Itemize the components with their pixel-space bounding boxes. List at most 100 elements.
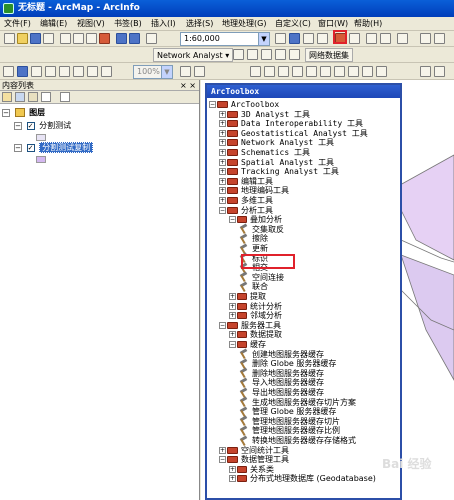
fixed-zoom-out-icon[interactable] [59,66,70,77]
cut-icon[interactable] [60,33,71,44]
arctoolbox-item[interactable]: +3D Analyst 工具 [219,110,310,119]
expand-icon[interactable]: + [219,446,226,454]
expand-icon[interactable]: + [219,120,226,128]
arctoolbox-item[interactable]: 更新 [239,244,268,253]
arctoolbox-item[interactable]: + Network Analyst 工具 [219,138,334,147]
zoom-in-icon[interactable] [420,33,431,44]
expand-icon[interactable]: + [219,139,226,147]
arctoolbox-item[interactable]: − 叠加分析 [229,215,282,224]
save-icon[interactable] [30,33,41,44]
zoom-combo[interactable]: 100% ▼ [133,65,173,79]
expand-icon[interactable]: + [219,149,226,156]
arctoolbox-item[interactable]: − 服务器工具 [219,321,281,330]
expand-icon[interactable]: + [229,331,236,339]
collapse-icon[interactable]: − [229,341,236,348]
toc-close-icon[interactable]: × × [180,80,196,91]
arctoolbox-item[interactable]: 导出地图服务器缓存 [239,388,324,397]
expand-icon[interactable]: + [229,475,236,483]
catalog-window-icon[interactable] [303,33,314,44]
full-extent-icon[interactable] [31,66,42,77]
collapse-icon[interactable]: − [209,101,216,108]
attributes-icon[interactable] [362,66,373,77]
arctoolbox-item[interactable]: − 分析工具 [219,206,273,215]
sketch-properties-icon[interactable] [376,66,387,77]
network-analyst-dropdown[interactable]: Network Analyst ▾ [153,48,234,62]
open-icon[interactable] [17,33,28,44]
expand-icon[interactable]: + [219,110,226,118]
expand-icon[interactable]: + [229,312,236,320]
arctoolbox-item[interactable]: + 关系类 [229,465,274,474]
arctoolbox-item[interactable]: + 编辑工具 [219,177,273,186]
arctoolbox-item[interactable]: 擦除 [239,234,268,243]
toc-window-icon[interactable] [289,33,300,44]
delete-icon[interactable] [99,33,110,44]
na-directions-icon[interactable] [275,49,286,60]
zoom-out-icon[interactable] [434,33,445,44]
expand-icon[interactable]: + [219,187,226,195]
sketch-icon[interactable] [292,66,303,77]
layers-group[interactable]: − 图层 [2,107,45,119]
layer-row[interactable]: − ✓ 分割测试 [14,120,71,132]
menu-help[interactable]: 帮助(H) [354,18,382,29]
arctoolbox-item[interactable]: 生成地图服务器缓存切片方案 [239,398,356,407]
arctoolbox-item[interactable]: 管理 Globe 服务器缓存 [239,407,336,416]
search-window-icon[interactable] [317,33,328,44]
chevron-down-icon[interactable]: ▼ [258,33,269,45]
expand-icon[interactable]: + [229,302,236,310]
print-icon[interactable] [43,33,54,44]
list-by-drawing-order-icon[interactable] [2,92,12,102]
expand-icon[interactable]: + [219,197,226,204]
snap-icon[interactable] [278,66,289,77]
na-solve-icon[interactable] [261,49,272,60]
help-icon[interactable] [397,33,408,44]
undo-icon[interactable] [116,33,127,44]
redo-icon[interactable] [129,33,140,44]
menu-windows[interactable]: 窗口(W) [318,18,348,29]
scale-combo[interactable]: 1:60,000 ▼ [180,32,270,46]
arctoolbox-item[interactable]: + Data Interoperability 工具 [219,119,363,128]
pan-icon[interactable] [17,66,28,77]
layer-visibility-checkbox[interactable]: ✓ [26,121,35,130]
arctoolbox-item[interactable]: + 统计分析 [229,302,282,311]
na-window-icon[interactable] [233,49,244,60]
collapse-icon[interactable]: − [219,456,226,464]
collapse-icon[interactable]: − [229,216,236,224]
arctoolbox-item[interactable]: 导入地图服务器缓存 [239,378,324,387]
menu-edit[interactable]: 编辑(E) [40,18,67,29]
model-builder-icon[interactable] [366,33,377,44]
na-build-icon[interactable] [289,49,300,60]
arctoolbox-item[interactable]: 转换地图服务器缓存存储格式 [239,436,356,445]
editor-toolbar-icon[interactable] [275,33,286,44]
arctoolbox-item[interactable]: + 多维工具 [219,196,273,205]
arctoolbox-item[interactable]: + 地理编码工具 [219,186,289,195]
rotate-icon[interactable] [348,66,359,77]
measure-icon[interactable] [420,66,431,77]
layout-zoom-icon[interactable] [194,66,205,77]
collapse-icon[interactable]: − [219,206,226,214]
arctoolbox-item[interactable]: + 空间统计工具 [219,446,289,455]
python-window-icon[interactable] [349,33,360,44]
arctoolbox-item[interactable]: 联合 [239,282,268,291]
arctoolbox-item[interactable]: + 邻域分析 [229,311,282,320]
arctoolbox-item[interactable]: + Geostatistical Analyst 工具 [219,129,368,138]
layer-visibility-checkbox[interactable]: ✓ [26,143,35,152]
collapse-icon[interactable]: − [14,121,22,130]
collapse-icon[interactable]: − [219,321,226,329]
menu-bookmarks[interactable]: 书签(B) [114,18,142,29]
arctoolbox-item[interactable]: − ArcToolbox [209,100,279,109]
menu-file[interactable]: 文件(F) [4,18,31,29]
collapse-icon[interactable]: − [14,143,22,152]
menu-view[interactable]: 视图(V) [77,18,105,29]
split-icon[interactable] [334,66,345,77]
list-by-selection-icon[interactable] [41,92,51,102]
arctoolbox-item[interactable]: − 缓存 [229,340,266,349]
expand-icon[interactable]: + [229,293,236,300]
list-by-visibility-icon[interactable] [28,92,38,102]
toc-options-icon[interactable] [60,92,70,102]
copy-icon[interactable] [73,33,84,44]
menu-geoprocessing[interactable]: 地理处理(G) [222,18,266,29]
vertex-icon[interactable] [250,66,261,77]
arctoolbox-item[interactable]: 管理地图服务器缓存切片 [239,417,340,426]
arctoolbox-item[interactable]: 删除地图服务器缓存 [239,369,324,378]
expand-icon[interactable]: + [229,465,236,473]
